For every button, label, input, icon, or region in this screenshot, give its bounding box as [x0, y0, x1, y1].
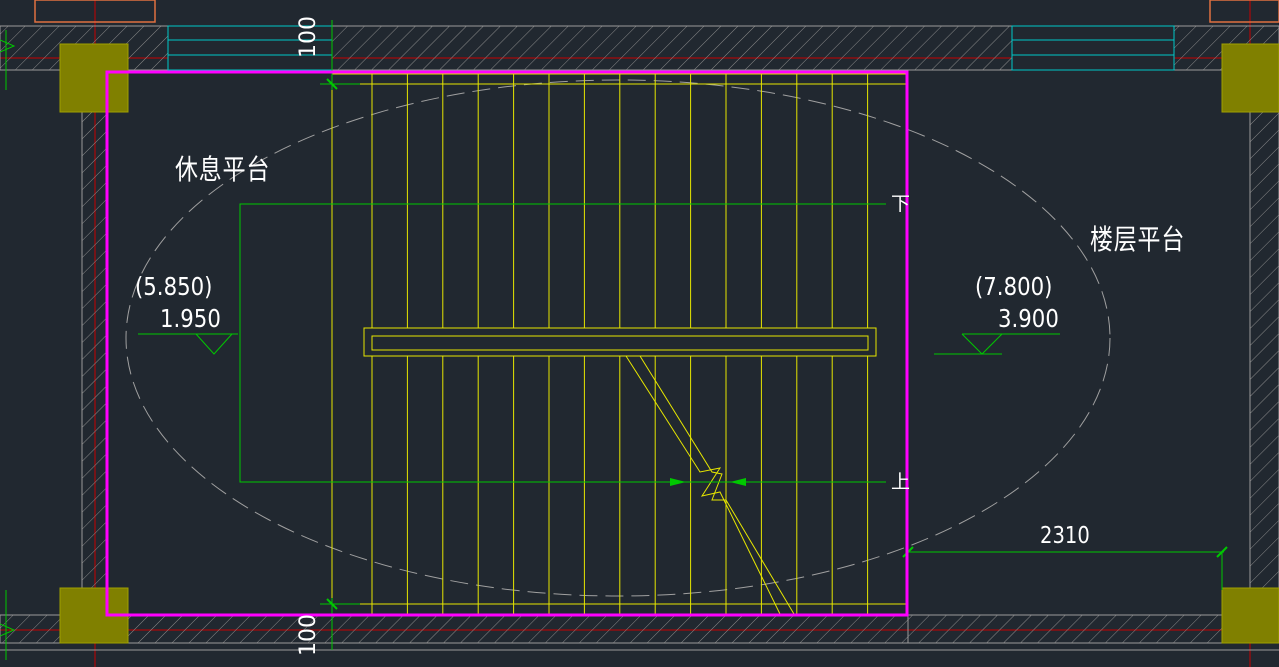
- arrow-down-label: 下: [891, 193, 911, 215]
- column-top-right: [1221, 43, 1279, 113]
- bottom-wall: [0, 614, 1279, 651]
- left-edge-markers: [0, 30, 16, 660]
- floor-elevation-paren: (7.800): [975, 272, 1053, 301]
- column-bottom-right: [1221, 587, 1279, 644]
- column-top-left: [59, 43, 129, 113]
- dimension-2310-label: 2310: [1040, 523, 1090, 549]
- rest-platform-label: 休息平台: [175, 153, 271, 186]
- dimension-100-bottom-label: 100: [296, 614, 321, 656]
- window-top-right: [1011, 25, 1175, 71]
- arrow-up-label: 上: [891, 471, 911, 493]
- floor-elevation: 3.900: [998, 304, 1059, 333]
- handrail: [363, 327, 877, 357]
- rest-elevation-paren: (5.850): [135, 272, 213, 301]
- stair-plan-drawing[interactable]: [0, 0, 1279, 667]
- rest-elevation: 1.950: [160, 304, 221, 333]
- dimension-2310-line: [902, 546, 1228, 590]
- floor-platform-label: 楼层平台: [1090, 223, 1186, 256]
- left-wall: [81, 69, 109, 616]
- break-line: [625, 355, 781, 615]
- dimension-100-top-label: 100: [296, 16, 321, 58]
- right-wall: [1249, 69, 1279, 591]
- top-wall: [0, 0, 1279, 71]
- cad-drawing-canvas[interactable]: 休息平台 楼层平台 (5.850) 1.950 (7.800) 3.900 23…: [0, 0, 1279, 667]
